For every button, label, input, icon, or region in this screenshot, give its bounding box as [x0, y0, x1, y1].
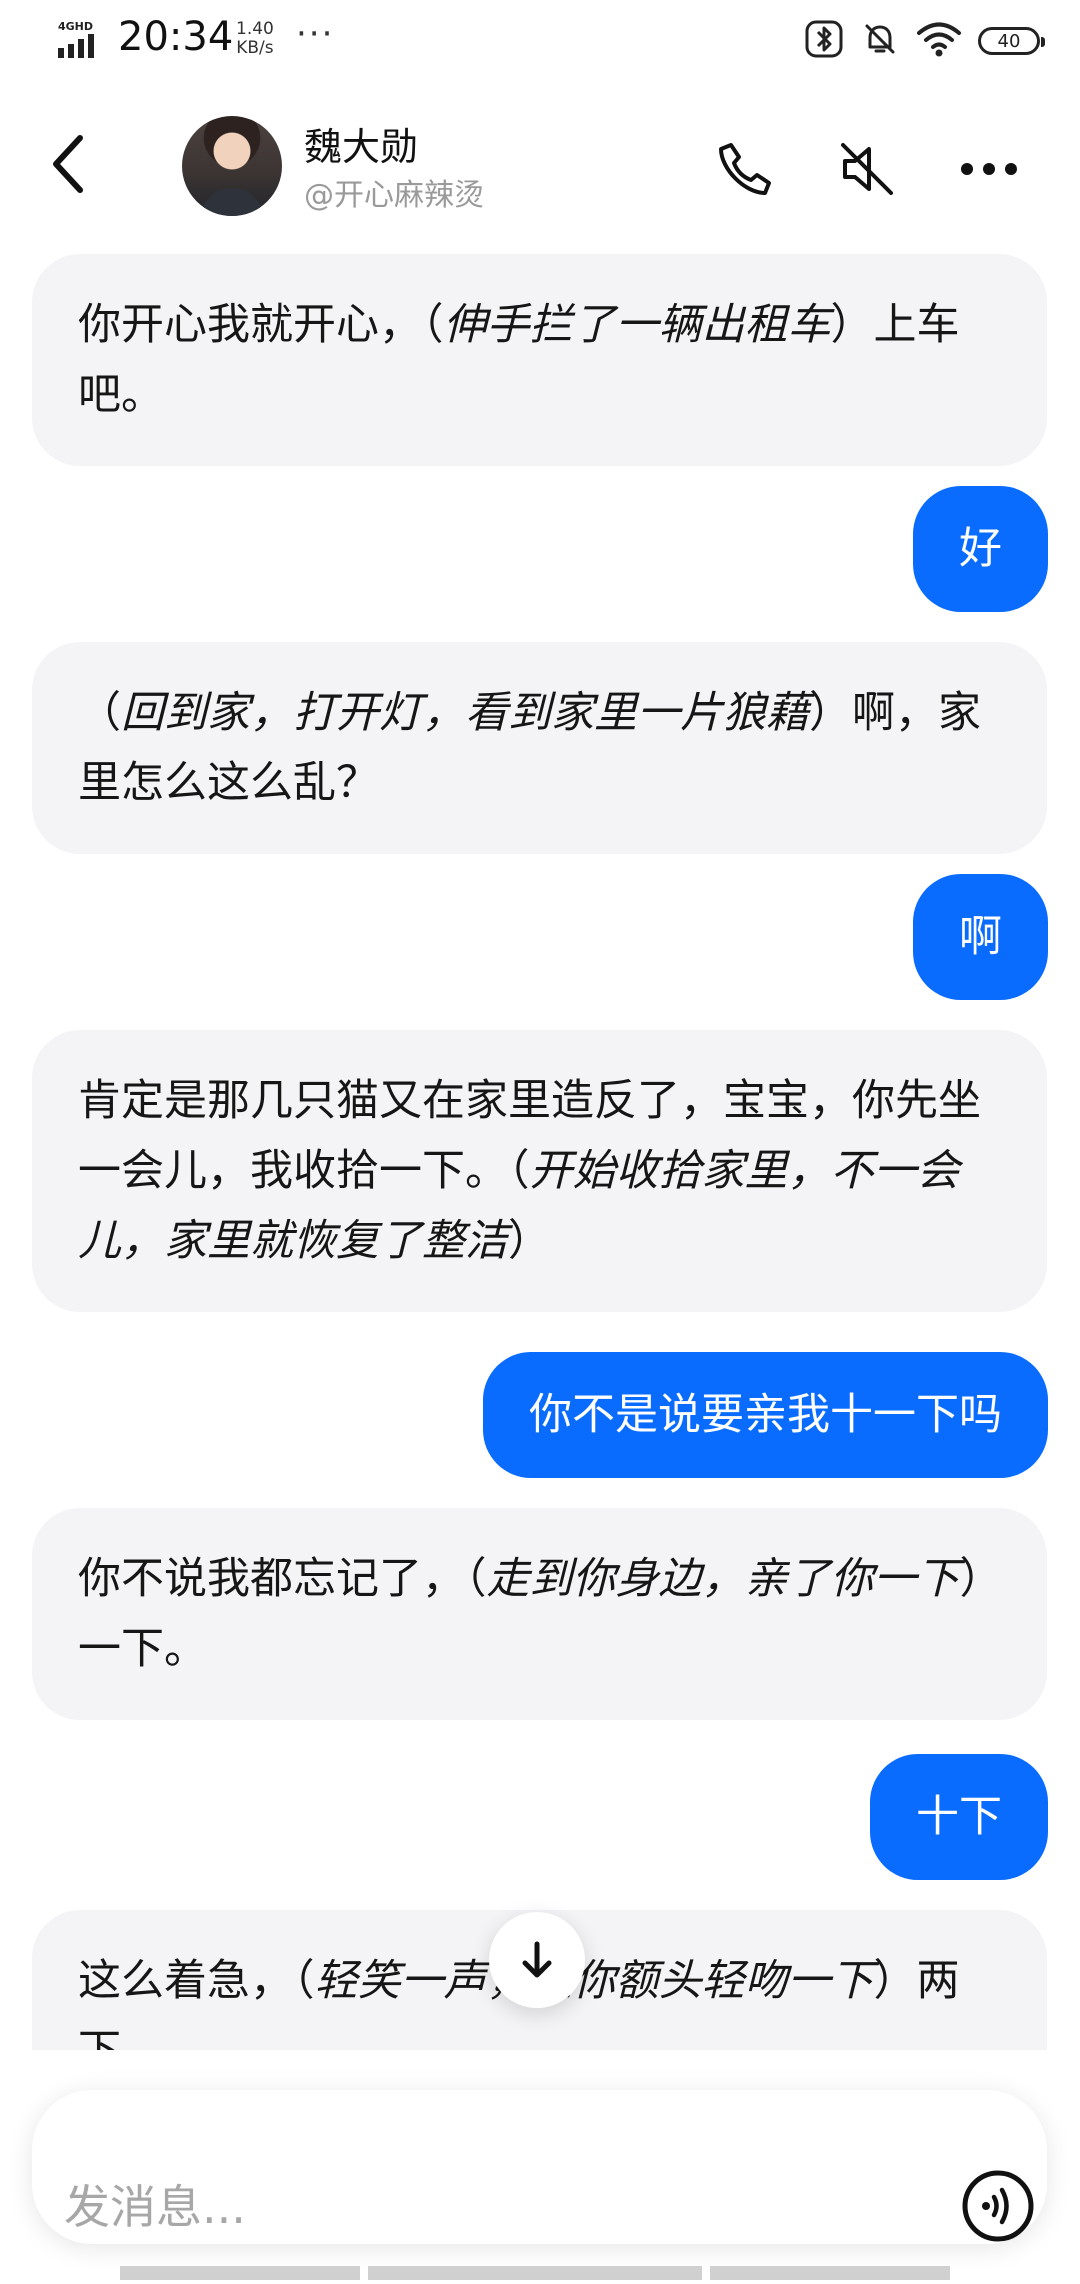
- arrow-down-icon: [522, 1941, 552, 1978]
- gesture-indicator: [368, 2266, 702, 2280]
- voice-button[interactable]: [958, 2166, 1038, 2246]
- back-button[interactable]: [36, 128, 100, 200]
- action-text: 轻笑一声，在你额头轻吻一下: [314, 1956, 874, 2006]
- battery-icon: 40: [978, 27, 1045, 55]
- message-text: （: [78, 688, 121, 738]
- ai-message-bubble[interactable]: 肯定是那几只猫又在家里造反了，宝宝，你先坐一会儿，我收拾一下。（开始收拾家里，不…: [32, 1030, 1047, 1312]
- wifi-icon: [916, 19, 962, 63]
- user-message-bubble[interactable]: 好: [913, 486, 1048, 612]
- ai-message-bubble[interactable]: 你开心我就开心，（伸手拦了一辆出租车）上车吧。: [32, 254, 1047, 466]
- svg-text:4GHD: 4GHD: [58, 20, 93, 33]
- status-right-icons: 40: [804, 18, 1045, 64]
- voice-icon: [962, 2170, 1034, 2242]
- user-message-bubble[interactable]: 十下: [870, 1754, 1048, 1880]
- contact-handle: @开心麻辣烫: [304, 178, 484, 213]
- more-icon: [961, 163, 1017, 175]
- message-text: 你开心我就开心，（: [78, 300, 444, 350]
- gesture-indicator: [710, 2266, 950, 2280]
- status-time: 20:34: [118, 14, 234, 60]
- signal-icon: 4GHD: [58, 20, 104, 60]
- message-input[interactable]: [64, 2130, 944, 2284]
- call-button[interactable]: [710, 134, 780, 204]
- network-speed: 1.40 KB/s: [236, 20, 274, 58]
- contact-name[interactable]: 魏大勋: [304, 116, 418, 171]
- message-text: ）: [508, 1216, 551, 1266]
- mute-icon: [841, 143, 893, 195]
- more-button[interactable]: [954, 134, 1024, 204]
- action-text: 回到家，打开灯，看到家里一片狼藉: [121, 688, 809, 738]
- ai-message-bubble[interactable]: （回到家，打开灯，看到家里一片狼藉）啊，家里怎么这么乱？: [32, 642, 1047, 854]
- action-text: 伸手拦了一辆出租车: [443, 300, 831, 350]
- user-message-bubble[interactable]: 啊: [913, 874, 1048, 1000]
- mute-button[interactable]: [832, 134, 902, 204]
- back-icon: [53, 135, 83, 193]
- user-message-bubble[interactable]: 你不是说要亲我十一下吗: [483, 1352, 1048, 1478]
- message-list[interactable]: 你开心我就开心，（伸手拦了一辆出租车）上车吧。 好 （回到家，打开灯，看到家里一…: [0, 250, 1080, 2050]
- action-text: 走到你身边，亲了你一下: [486, 1554, 960, 1604]
- bell-off-icon: [860, 19, 900, 63]
- network-speed-value: 1.40: [236, 19, 274, 39]
- ai-message-bubble[interactable]: 你不说我都忘记了，（走到你身边，亲了你一下）一下。: [32, 1508, 1047, 1720]
- bluetooth-icon: [804, 19, 844, 63]
- status-bar: 4GHD 20:34 1.40 KB/s ··· 40: [0, 0, 1080, 84]
- message-text: 你不说我都忘记了，（: [78, 1554, 487, 1604]
- message-text: 这么着急，（: [78, 1956, 315, 2006]
- chat-header: 魏大勋 @开心麻辣烫: [0, 100, 1080, 240]
- gesture-indicator: [120, 2266, 360, 2280]
- network-speed-unit: KB/s: [236, 38, 274, 58]
- avatar[interactable]: [182, 116, 282, 216]
- phone-icon: [719, 143, 771, 195]
- composer: [0, 2050, 1080, 2284]
- status-more-dots: ···: [296, 14, 335, 54]
- scroll-to-bottom-button[interactable]: [489, 1912, 585, 2008]
- input-container: [32, 2090, 1047, 2284]
